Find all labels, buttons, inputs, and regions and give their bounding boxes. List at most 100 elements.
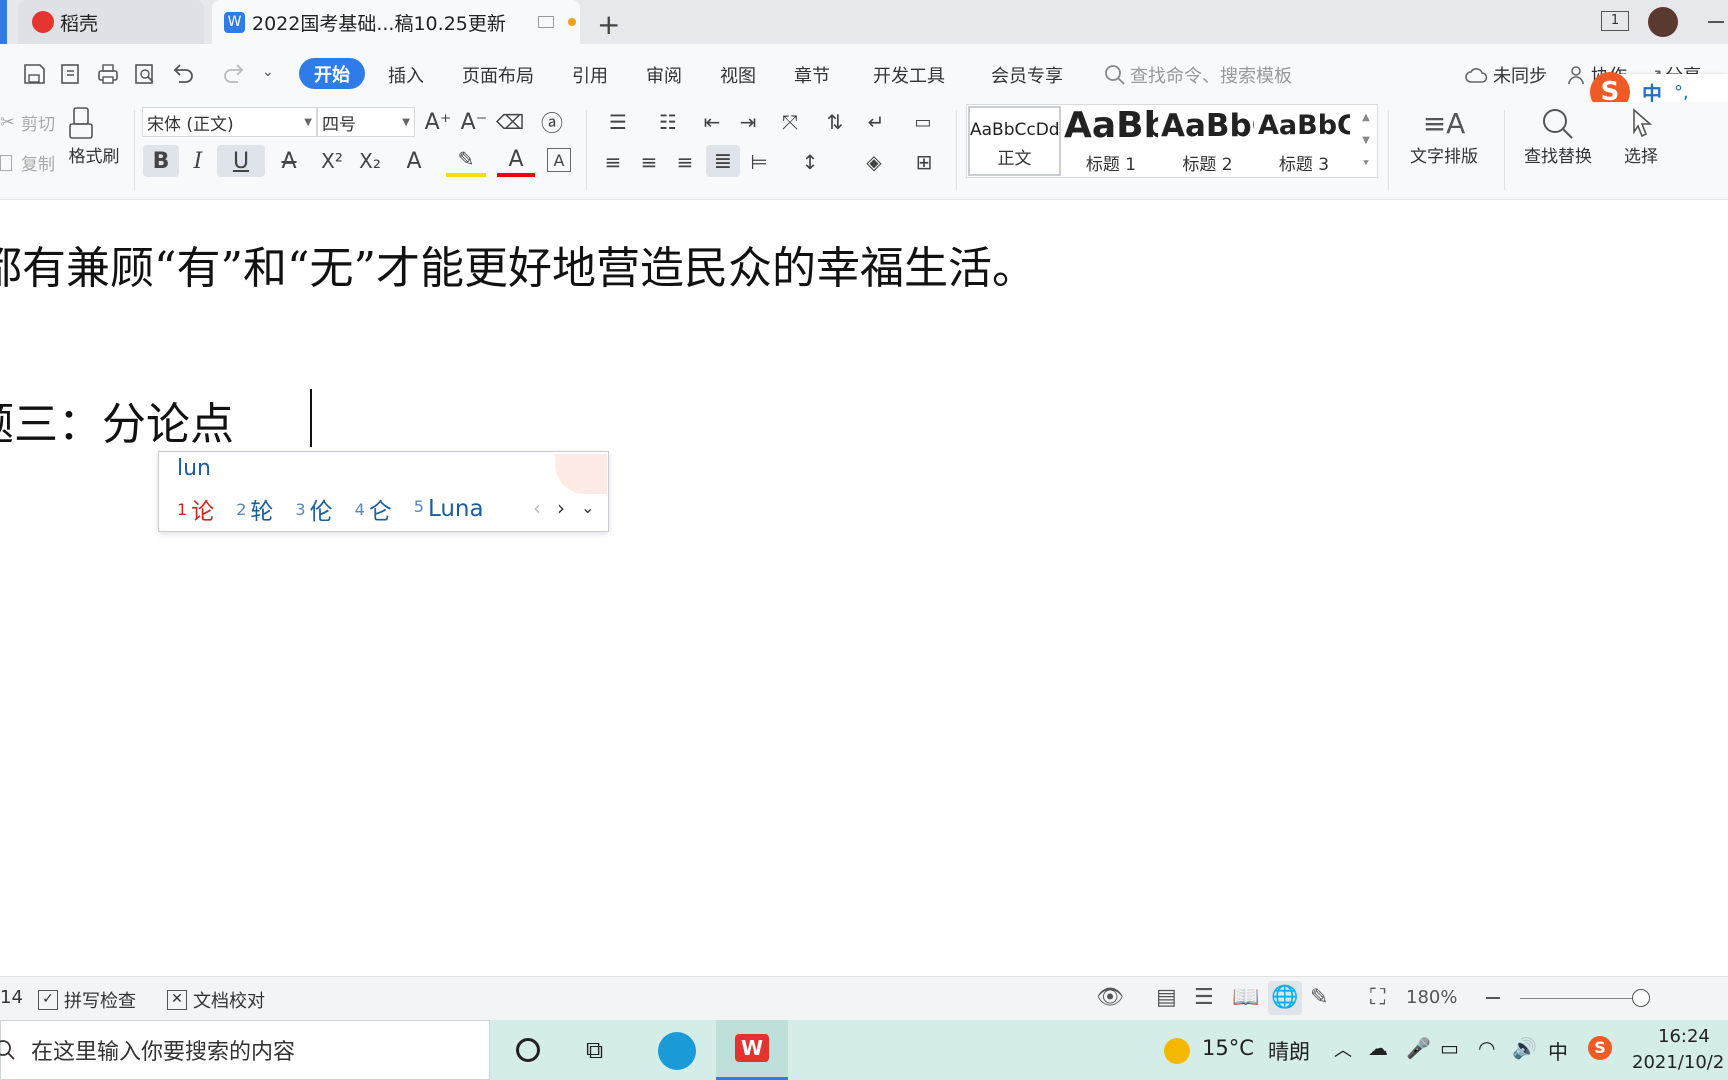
task-view-icon[interactable]: ⧉ <box>586 1036 603 1064</box>
shading-icon[interactable]: ◈ <box>854 147 894 177</box>
onedrive-icon[interactable]: ☁ <box>1368 1036 1388 1060</box>
tab-docer[interactable]: 稻壳 <box>18 0 204 44</box>
clock-time[interactable]: 16:24 <box>1658 1026 1710 1047</box>
prev-page-icon[interactable]: ‹ <box>533 496 541 520</box>
ime-candidate-3[interactable]: 3伦 <box>295 492 332 526</box>
print-icon[interactable] <box>96 62 120 86</box>
align-center-icon[interactable]: ≡ <box>634 147 664 177</box>
tab-insert[interactable]: 插入 <box>388 62 424 88</box>
copy-button[interactable]: 复制 <box>0 150 55 175</box>
taskbar-ime-lang[interactable]: 中 <box>1548 1036 1568 1065</box>
print-preview-icon[interactable] <box>133 62 157 86</box>
ime-candidate-1[interactable]: 1论 <box>177 492 214 526</box>
eraser-icon[interactable]: ⌫ <box>496 107 524 137</box>
fit-page-icon[interactable]: ⛶ <box>1370 985 1385 1010</box>
phonetic-guide-icon[interactable]: ⓐ <box>532 107 572 137</box>
increase-indent-icon[interactable]: ⇥ <box>734 107 762 137</box>
ruler-icon[interactable]: ▭ <box>908 107 938 137</box>
grow-font-icon[interactable]: A⁺ <box>424 107 452 137</box>
align-left-icon[interactable]: ≡ <box>598 147 628 177</box>
shrink-font-icon[interactable]: A⁻ <box>460 107 488 137</box>
expand-icon[interactable]: ⌄ <box>581 498 594 517</box>
web-view-icon[interactable]: 🌐 <box>1268 981 1302 1015</box>
zoom-slider-thumb[interactable] <box>1632 989 1650 1007</box>
undo-icon[interactable] <box>170 62 198 86</box>
spell-check-button[interactable]: ✓ 拼写检查 <box>38 987 136 1013</box>
proofread-button[interactable]: ✕ 文档校对 <box>167 987 265 1013</box>
temperature[interactable]: 15°C <box>1202 1036 1254 1060</box>
borders-icon[interactable]: ⊞ <box>904 147 944 177</box>
chevron-up-icon[interactable]: ︿ <box>1334 1036 1352 1062</box>
monitor-icon[interactable] <box>537 16 554 28</box>
ime-candidate-2[interactable]: 2轮 <box>236 492 273 526</box>
cortana-icon[interactable] <box>516 1038 540 1062</box>
find-replace-button[interactable]: 查找替换 <box>1512 106 1604 167</box>
volume-icon[interactable]: 🔊 <box>1512 1036 1537 1060</box>
export-pdf-icon[interactable] <box>59 62 83 86</box>
line-spacing-icon[interactable]: ↕ <box>790 147 830 177</box>
sort-icon[interactable]: ⇅ <box>820 107 850 137</box>
zoom-select[interactable]: 180% <box>1406 987 1457 1008</box>
select-button[interactable]: 选择 <box>1612 106 1670 167</box>
paragraph-mark-icon[interactable]: ↵ <box>856 107 896 137</box>
outline-view-icon[interactable]: ☰ <box>1194 985 1214 1010</box>
font-color-icon[interactable]: A <box>497 145 535 177</box>
chinese-layout-icon[interactable]: ⤧ <box>770 107 810 137</box>
highlight-icon[interactable]: ✎ <box>446 145 486 177</box>
command-search[interactable]: 查找命令、搜索模板 <box>1104 62 1292 88</box>
avatar[interactable] <box>1648 7 1678 37</box>
save-icon[interactable] <box>22 62 46 86</box>
tab-page-layout[interactable]: 页面布局 <box>462 62 534 88</box>
decrease-indent-icon[interactable]: ⇤ <box>698 107 726 137</box>
zoom-out-button[interactable] <box>1486 997 1500 999</box>
window-count-badge[interactable]: 1 <box>1601 11 1629 31</box>
microphone-icon[interactable]: 🎤 <box>1406 1036 1431 1060</box>
char-border-icon[interactable]: A <box>547 148 571 172</box>
tab-review[interactable]: 审阅 <box>646 62 682 88</box>
numbered-list-icon[interactable]: ☷ <box>648 107 688 137</box>
bullet-list-icon[interactable]: ☰ <box>598 107 638 137</box>
ime-candidate-window[interactable]: lun 1论 2轮 3伦 4仑 5 Luna ‹ › ⌄ <box>158 451 609 532</box>
sogou-tray-icon[interactable]: S <box>1588 1036 1612 1060</box>
tab-document[interactable]: W 2022国考基础...稿10.25更新 <box>212 0 580 44</box>
tab-member[interactable]: 会员专享 <box>991 62 1063 88</box>
ime-candidate-5[interactable]: 5 Luna <box>414 496 484 522</box>
justify-icon[interactable]: ≣ <box>706 145 740 177</box>
cut-button[interactable]: ✂ 剪切 <box>0 110 55 135</box>
zoom-slider[interactable] <box>1520 998 1640 999</box>
edge-browser-icon[interactable] <box>658 1032 696 1070</box>
next-page-icon[interactable]: › <box>557 496 565 520</box>
format-painter-button[interactable]: 格式刷 <box>66 106 122 167</box>
font-size-select[interactable]: 四号 ▼ <box>317 107 415 137</box>
redo-icon[interactable] <box>223 62 247 86</box>
distribute-icon[interactable]: ⊨ <box>744 147 774 177</box>
tab-developer[interactable]: 开发工具 <box>873 62 945 88</box>
subscript-button[interactable]: X₂ <box>355 145 385 177</box>
document-canvas[interactable] <box>0 200 1728 976</box>
font-name-select[interactable]: 宋体 (正文) ▼ <box>142 107 317 137</box>
minimize-button[interactable] <box>1708 21 1724 23</box>
text-layout-button[interactable]: ≡A 文字排版 <box>1398 106 1490 167</box>
text-effect-button[interactable]: A <box>395 145 433 177</box>
superscript-button[interactable]: X² <box>317 145 347 177</box>
align-right-icon[interactable]: ≡ <box>670 147 700 177</box>
tab-chapter[interactable]: 章节 <box>794 62 830 88</box>
bold-button[interactable]: B <box>143 145 179 177</box>
battery-icon[interactable]: ▭ <box>1440 1036 1459 1060</box>
wps-taskbar-button[interactable]: W <box>716 1020 788 1080</box>
reading-view-icon[interactable]: 📖 <box>1232 985 1259 1010</box>
weather-label[interactable]: 晴朗 <box>1268 1036 1310 1066</box>
new-tab-button[interactable]: + <box>597 8 620 41</box>
style-normal[interactable]: AaBbCcDd 正文 <box>968 106 1061 176</box>
clock-date[interactable]: 2021/10/2 <box>1632 1052 1724 1073</box>
style-heading-1[interactable]: AaBb 标题 1 <box>1064 106 1158 176</box>
write-mode-icon[interactable]: ✎ <box>1310 985 1328 1010</box>
tab-start[interactable]: 开始 <box>299 58 365 89</box>
underline-button[interactable]: U <box>217 145 265 177</box>
style-heading-2[interactable]: AaBbC 标题 2 <box>1161 106 1254 176</box>
sync-button[interactable]: 未同步 <box>1465 62 1547 88</box>
italic-button[interactable]: I <box>183 145 213 177</box>
tab-view[interactable]: 视图 <box>720 62 756 88</box>
ime-candidate-4[interactable]: 4仑 <box>355 492 392 526</box>
style-heading-3[interactable]: AaBbCc 标题 3 <box>1258 106 1350 176</box>
